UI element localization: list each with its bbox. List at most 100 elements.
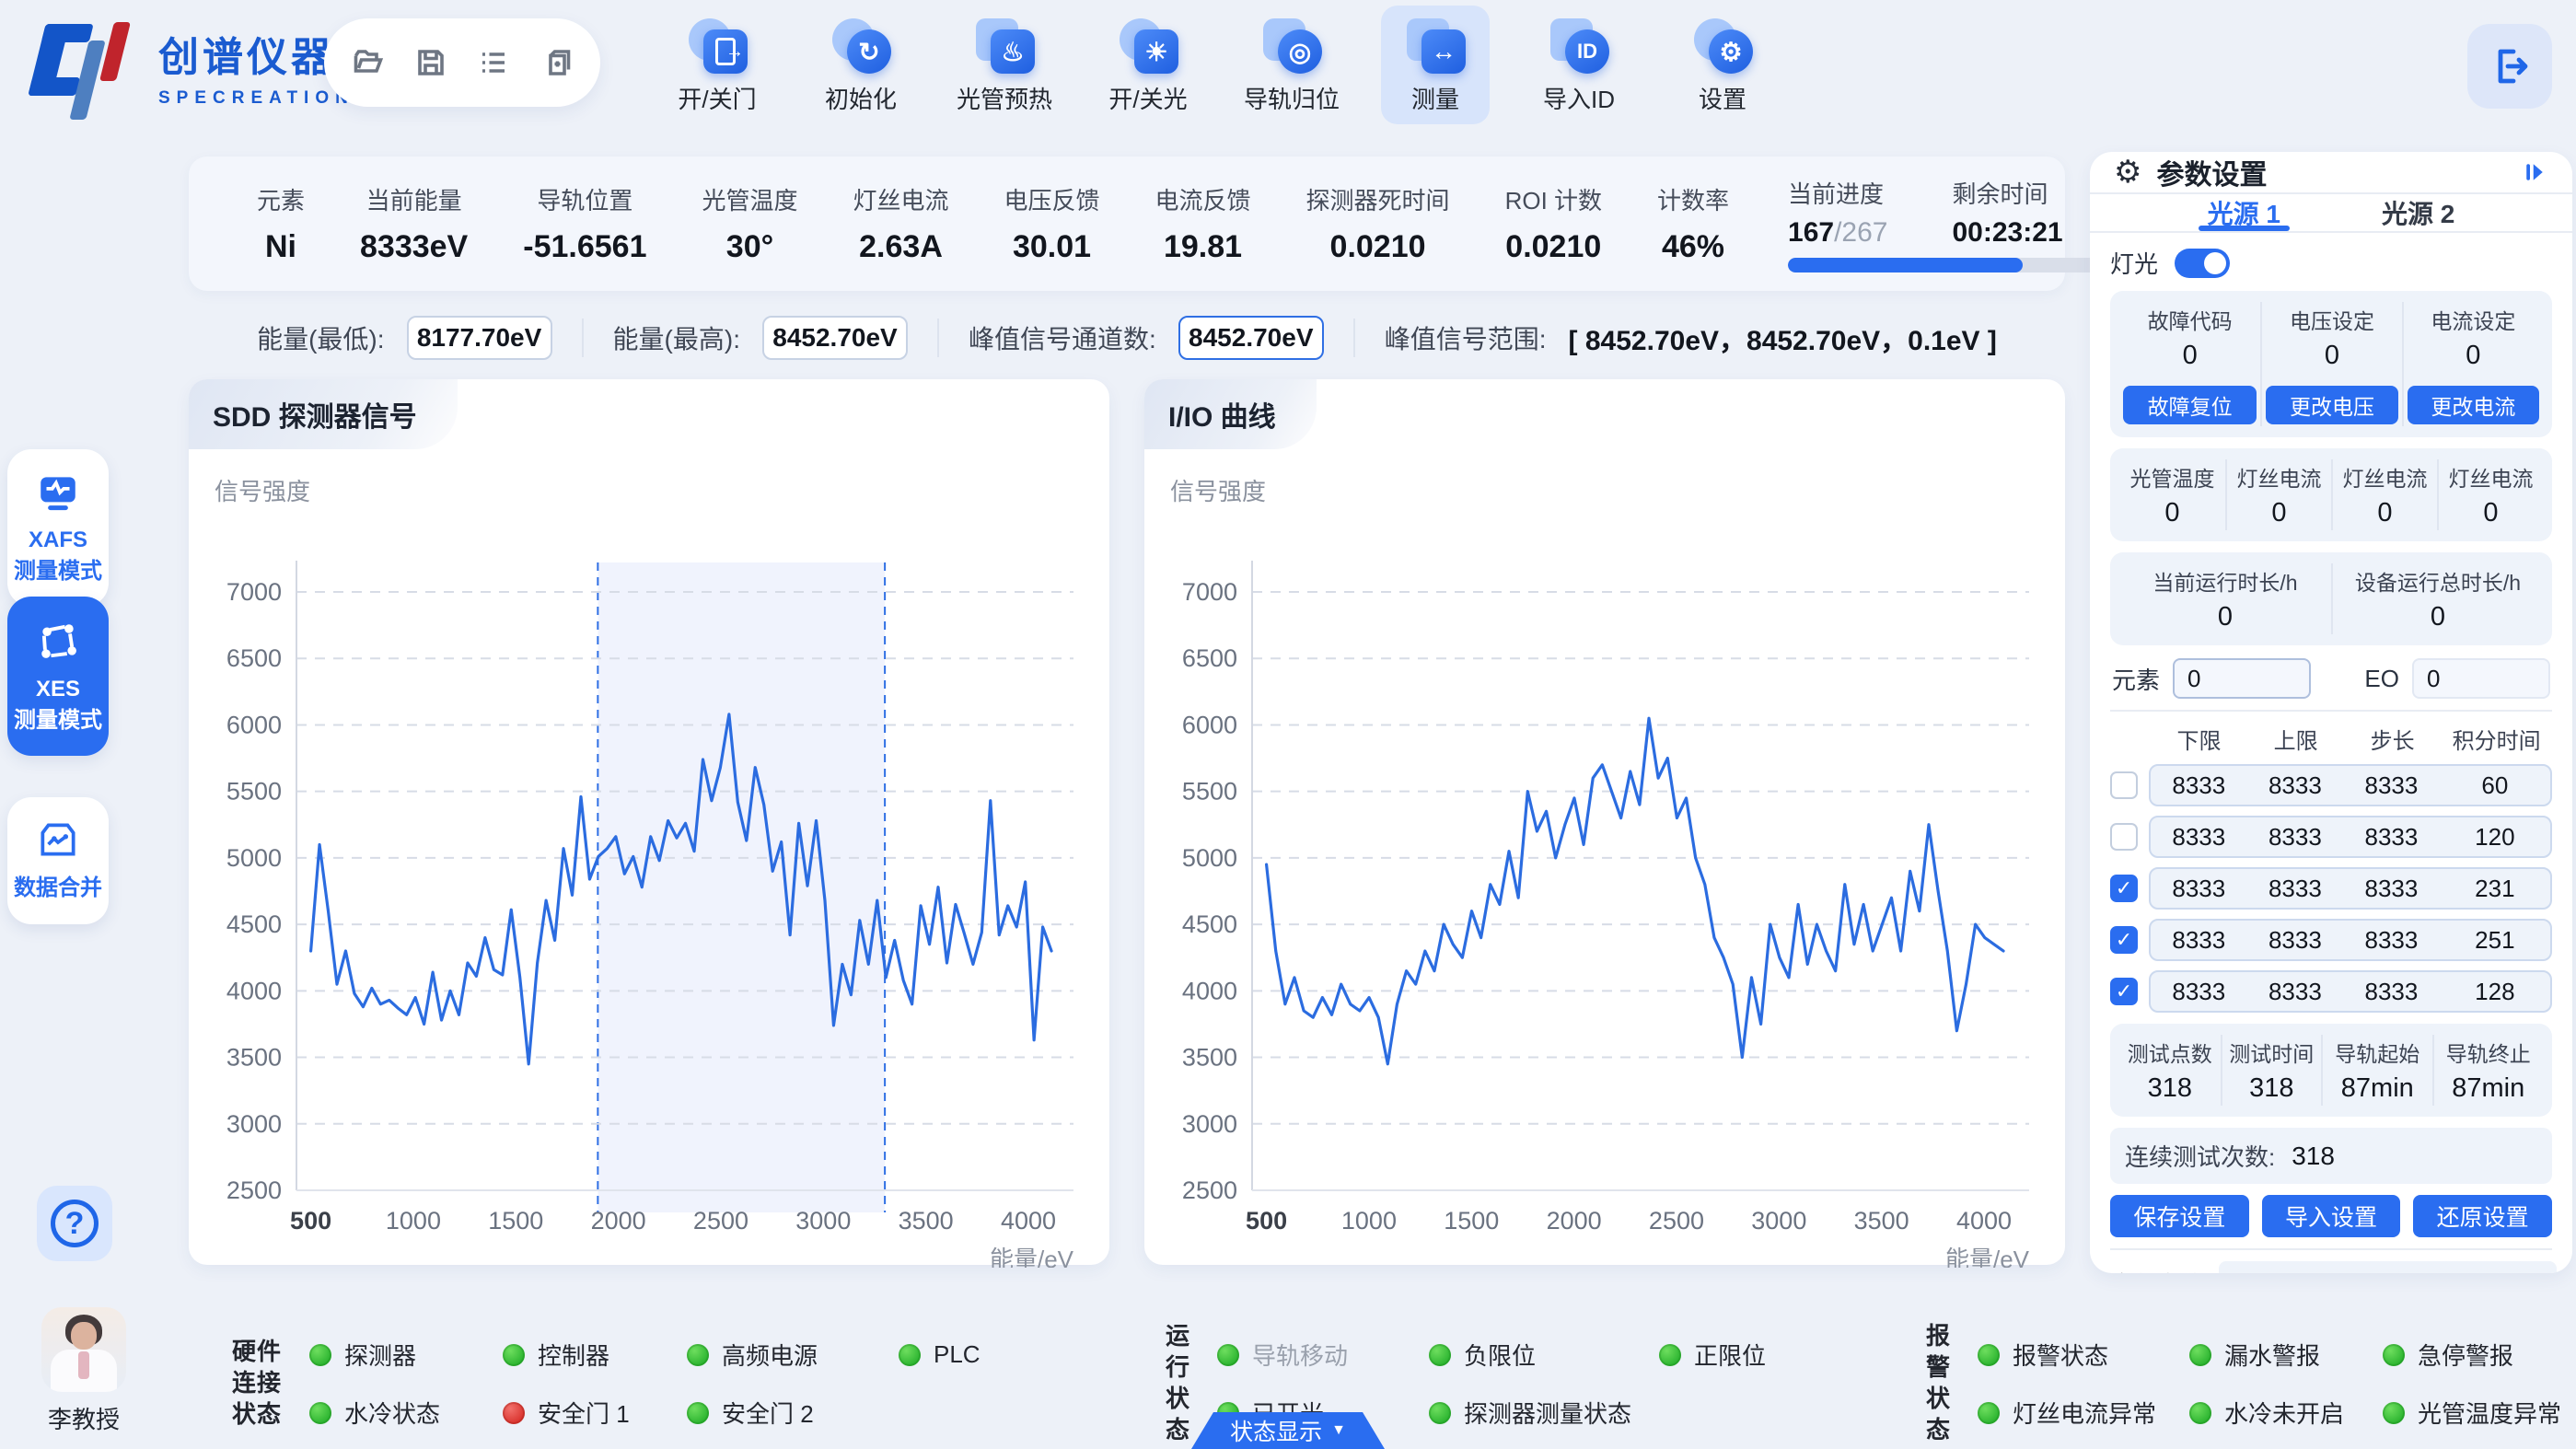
sidebar-item-data-merge[interactable]: 数据合并 [7, 797, 109, 924]
element-input[interactable] [2173, 658, 2311, 699]
status-display-toggle[interactable]: 状态显示▼ [1191, 1412, 1385, 1449]
tab-light-source-1[interactable]: 光源 1 [2208, 194, 2280, 231]
segment-row-3: ✓ 833383338333231 [2110, 867, 2552, 910]
status-safety-door-1: 安全门 1 [503, 1396, 687, 1430]
svg-text:4500: 4500 [1182, 910, 1237, 938]
peak-channel-label: 峰值信号通道数: [969, 319, 1156, 356]
nav-tube-preheat[interactable]: ♨ 光管预热 [950, 6, 1059, 124]
svg-text:2500: 2500 [1182, 1177, 1237, 1204]
svg-text:能量/eV: 能量/eV [990, 1246, 1074, 1268]
stat-detector-deadtime: 探测器死时间0.0210 [1279, 182, 1478, 265]
energy-min-input[interactable] [407, 316, 552, 360]
save-settings-button[interactable]: 保存设置 [2110, 1195, 2249, 1237]
status-safety-door-2: 安全门 2 [687, 1396, 899, 1430]
change-voltage-button[interactable]: 更改电压 [2266, 386, 2397, 424]
svg-text:4000: 4000 [1956, 1207, 2012, 1235]
save-icon[interactable] [412, 44, 449, 81]
test-card: 测试点数318 测试时间318 导轨起始87min 导轨终止87min [2110, 1024, 2552, 1117]
svg-text:6000: 6000 [1182, 711, 1237, 738]
status-summary-card: 元素Ni 当前能量8333eV 导轨位置-51.6561 光管温度30° 灯丝电… [189, 156, 2065, 291]
status-hf-power: 高频电源 [687, 1338, 899, 1372]
nav-initialize[interactable]: ↻ 初始化 [806, 6, 915, 124]
svg-text:能量/eV: 能量/eV [1945, 1246, 2030, 1268]
file-name-label: 文件名称 [2110, 1267, 2206, 1274]
segment-1-checkbox[interactable] [2110, 771, 2138, 799]
svg-text:5500: 5500 [1182, 778, 1237, 806]
import-id-icon: ID [1565, 29, 1609, 74]
svg-text:3000: 3000 [226, 1110, 282, 1138]
segment-row-4: ✓ 833383338333251 [2110, 919, 2552, 961]
sidebar-item-xes-mode[interactable]: XES测量模式 [7, 597, 109, 756]
svg-text:1500: 1500 [488, 1207, 543, 1235]
status-filament-current-abnormal: 灯丝电流异常 [1978, 1396, 2189, 1430]
open-folder-icon[interactable] [350, 44, 387, 81]
segments-table: 下限上限 步长积分时间 83338333833360 8333833383331… [2110, 723, 2552, 1013]
iio-curve-plot[interactable]: 2500300035004000450050005500600065007000… [1144, 507, 2065, 1268]
light-on-off-icon: ☀ [1134, 29, 1178, 74]
status-estop-alarm: 急停警报 [2383, 1338, 2576, 1372]
nav-measure[interactable]: ↔ 测量 [1381, 6, 1490, 124]
logo-mark-icon [31, 20, 142, 112]
tab-light-source-2[interactable]: 光源 2 [2382, 194, 2454, 231]
status-controller: 控制器 [503, 1338, 687, 1372]
svg-text:500: 500 [290, 1207, 331, 1235]
svg-text:6000: 6000 [226, 711, 282, 738]
exit-icon [2488, 44, 2532, 88]
sdd-detector-plot[interactable]: 2500300035004000450050005500600065007000… [189, 507, 1109, 1268]
logo: 创谱仪器 SPECREATION [31, 20, 354, 112]
status-water-cooling: 水冷状态 [309, 1396, 503, 1430]
segment-4-checkbox[interactable]: ✓ [2110, 926, 2138, 954]
status-plc: PLC [899, 1340, 1064, 1369]
panel-gear-icon: ⚙ [2114, 154, 2141, 191]
svg-text:3500: 3500 [226, 1044, 282, 1072]
svg-text:2500: 2500 [226, 1177, 282, 1204]
file-name-input[interactable] [2219, 1261, 2557, 1273]
chevron-down-icon: ▼ [1331, 1422, 1346, 1439]
light-source-tabs: 光源 1 光源 2 [2090, 194, 2572, 233]
restore-settings-button[interactable]: 还原设置 [2413, 1195, 2552, 1237]
svg-text:4500: 4500 [226, 910, 282, 938]
stat-voltage-feedback: 电压反馈30.01 [977, 182, 1128, 265]
svg-text:1000: 1000 [1341, 1207, 1397, 1235]
nav-import-id[interactable]: ID 导入ID [1525, 6, 1633, 124]
nav-door[interactable]: 开/关门 [663, 6, 772, 124]
file-name-row: 文件名称 [2110, 1261, 2552, 1273]
browse-folder-icon[interactable] [2570, 1265, 2572, 1273]
nav-rail-home[interactable]: ◎ 导轨归位 [1237, 6, 1346, 124]
new-document-icon[interactable] [538, 44, 574, 81]
light-label: 灯光 [2110, 246, 2158, 280]
nav-settings[interactable]: ⚙ 设置 [1668, 6, 1777, 124]
import-settings-button[interactable]: 导入设置 [2262, 1195, 2401, 1237]
energy-min-label: 能量(最低): [257, 319, 384, 356]
collapse-panel-icon[interactable] [2521, 158, 2548, 186]
svg-text:2000: 2000 [1547, 1207, 1602, 1235]
eo-input[interactable] [2412, 658, 2550, 699]
fault-reset-button[interactable]: 故障复位 [2123, 386, 2257, 424]
runtime-card: 当前运行时长/h0 设备运行总时长/h0 [2110, 552, 2552, 645]
status-alarm: 报警状态 [1978, 1338, 2189, 1372]
exit-button[interactable] [2467, 24, 2552, 109]
nav-light-on-off[interactable]: ☀ 开/关光 [1094, 6, 1202, 124]
peak-channel-input[interactable] [1178, 316, 1324, 360]
light-toggle[interactable] [2175, 249, 2230, 278]
segment-5-checkbox[interactable]: ✓ [2110, 978, 2138, 1005]
segment-row-1: 83338333833360 [2110, 764, 2552, 806]
iio-curve-chart-card: I/IO 曲线 信号强度 250030003500400045005000550… [1144, 379, 2065, 1265]
svg-text:3500: 3500 [1182, 1044, 1237, 1072]
svg-text:1000: 1000 [386, 1207, 441, 1235]
stat-filament-current: 灯丝电流2.63A [826, 182, 977, 265]
element-row: 元素 EO [2110, 656, 2552, 712]
energy-max-input[interactable] [762, 316, 908, 360]
svg-text:2000: 2000 [591, 1207, 646, 1235]
help-button[interactable]: ? [37, 1186, 112, 1261]
segment-2-checkbox[interactable] [2110, 823, 2138, 851]
svg-text:1500: 1500 [1444, 1207, 1499, 1235]
change-current-button[interactable]: 更改电流 [2408, 386, 2539, 424]
peak-range-value: [ 8452.70eV，8452.70eV，0.1eV ] [1569, 318, 1997, 358]
list-icon[interactable] [475, 44, 512, 81]
sidebar-item-xafs-mode[interactable]: XAFS测量模式 [7, 449, 109, 607]
segment-3-checkbox[interactable]: ✓ [2110, 875, 2138, 902]
quick-toolbar [324, 18, 600, 107]
svg-text:5000: 5000 [226, 844, 282, 872]
fault-card: 故障代码0 故障复位 电压设定0 更改电压 电流设定0 更改电流 [2110, 291, 2552, 437]
